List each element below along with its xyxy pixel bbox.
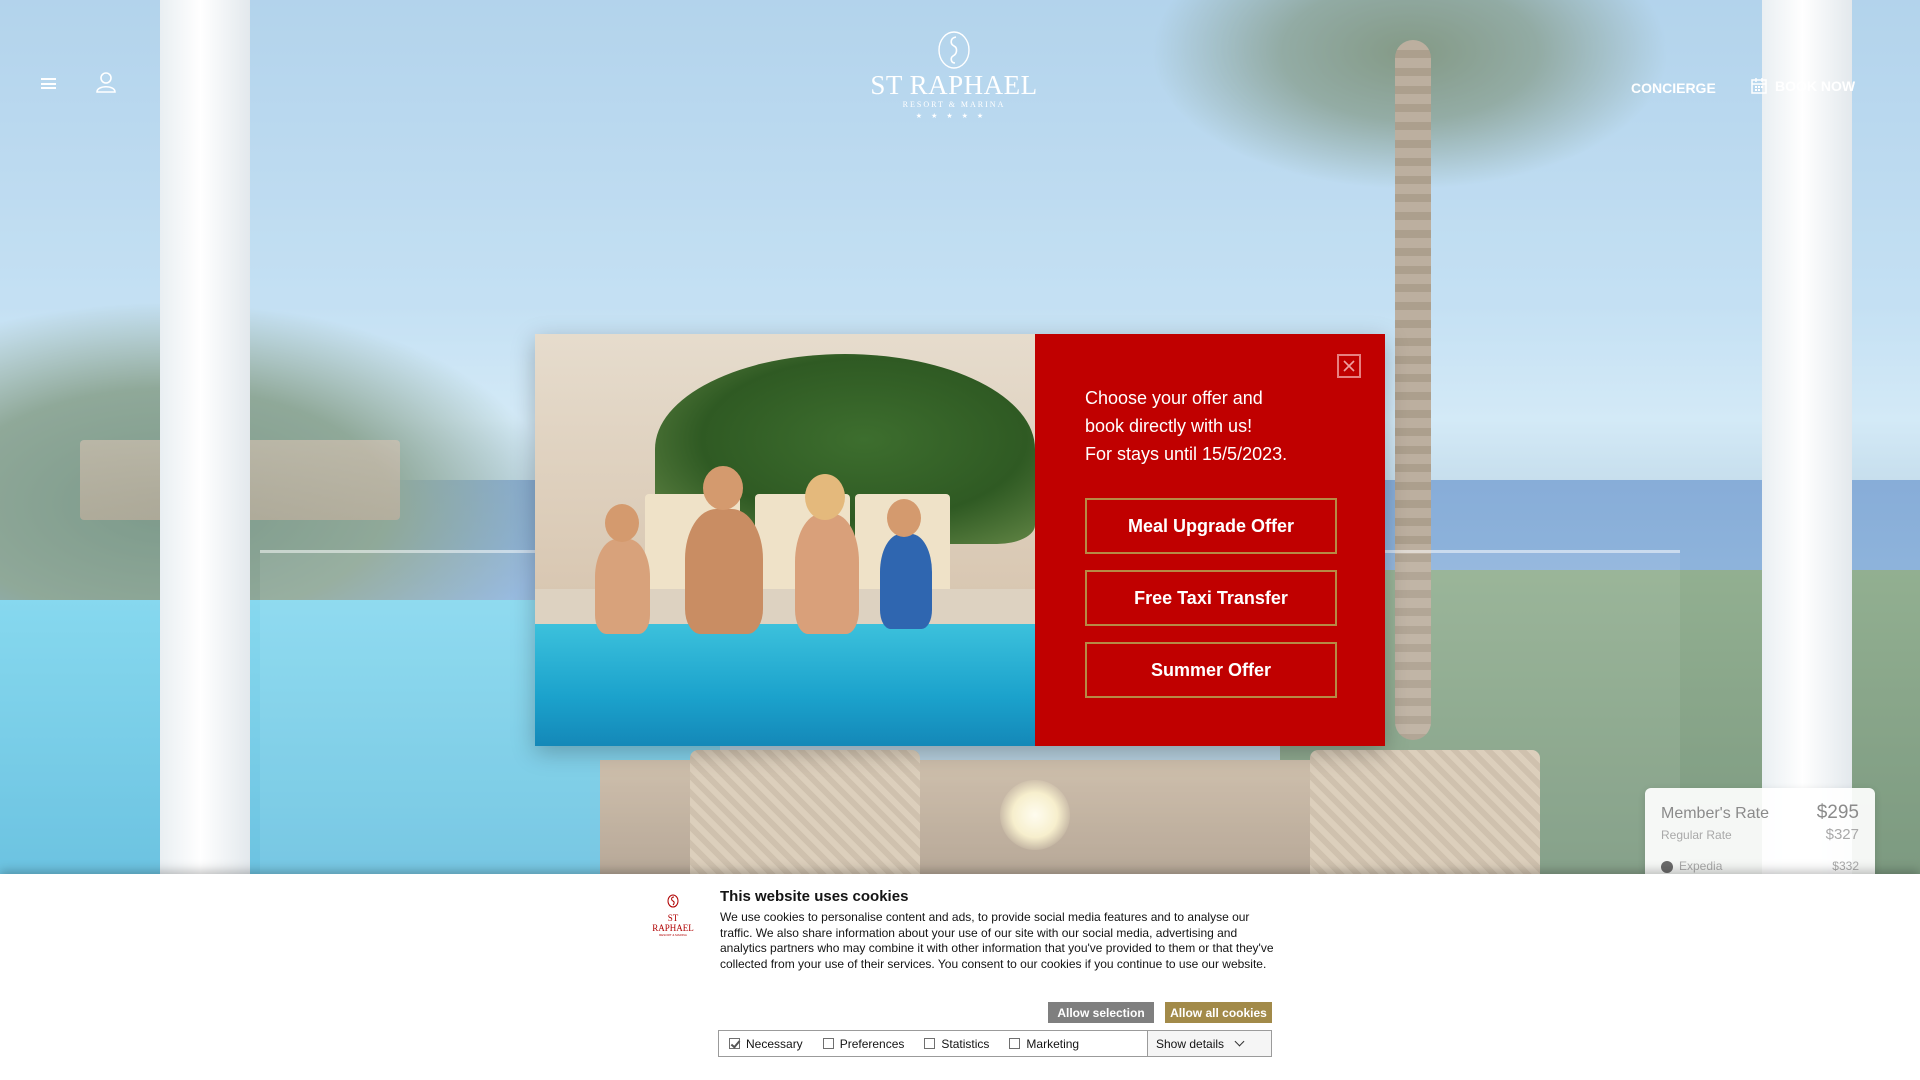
photo-person <box>880 534 932 629</box>
rate-comparison-widget[interactable]: Member's Rate $295 Regular Rate $327 Exp… <box>1645 788 1875 888</box>
allow-selection-button[interactable]: Allow selection <box>1048 1002 1154 1023</box>
cookie-logo-subtitle: RESORT & MARINA <box>659 933 687 937</box>
calendar-icon <box>1751 78 1767 94</box>
show-details-label: Show details <box>1156 1036 1225 1051</box>
book-now-label: BOOK NOW <box>1775 77 1856 94</box>
free-taxi-transfer-button[interactable]: Free Taxi Transfer <box>1085 570 1337 626</box>
user-icon[interactable] <box>96 71 116 93</box>
member-rate-price: $295 <box>1816 802 1859 823</box>
statistics-label: Statistics <box>941 1036 990 1051</box>
close-popup-button[interactable] <box>1337 354 1361 378</box>
preferences-label: Preferences <box>839 1036 905 1051</box>
logo-stars: ★★★★★ <box>915 113 993 120</box>
cookie-banner-description: We use cookies to personalise content an… <box>720 910 1274 971</box>
cookie-banner-logo: ST RAPHAEL RESORT & MARINA <box>648 894 698 937</box>
member-rate-label: Member's Rate <box>1661 805 1769 822</box>
photo-person <box>703 466 743 510</box>
expedia-icon <box>1661 860 1673 873</box>
third-party-rate-price: $332 <box>1832 859 1859 873</box>
seahorse-logo-icon <box>938 31 970 69</box>
cookie-banner: ST RAPHAEL RESORT & MARINA This website … <box>0 874 1920 1080</box>
offer-intro-line: For stays until 15/5/2023. <box>1085 444 1288 464</box>
meal-upgrade-offer-button[interactable]: Meal Upgrade Offer <box>1085 498 1337 554</box>
book-now-button[interactable]: BOOK NOW <box>1751 77 1855 94</box>
menu-icon[interactable] <box>41 78 56 89</box>
photo-person <box>805 474 845 520</box>
checkbox-icon <box>1009 1038 1021 1049</box>
close-icon <box>1343 360 1355 372</box>
seahorse-logo-icon <box>667 894 679 908</box>
preferences-checkbox[interactable]: Preferences <box>813 1036 905 1051</box>
logo-subtitle: RESORT & MARINA <box>902 100 1006 109</box>
concierge-link[interactable]: CONCIERGE <box>1631 80 1716 96</box>
photo-person <box>795 514 859 634</box>
family-pool-photo <box>535 334 1035 746</box>
third-party-rate-label: Expedia <box>1679 859 1723 873</box>
cookie-logo-name: ST RAPHAEL <box>652 913 694 933</box>
offer-popup: Choose your offer and book directly with… <box>535 334 1385 746</box>
checkbox-icon <box>924 1038 936 1049</box>
chevron-down-icon <box>1234 1036 1245 1047</box>
regular-rate-price: $327 <box>1825 826 1859 843</box>
offer-intro-line: Choose your offer and <box>1085 388 1263 408</box>
photo-person <box>605 504 639 542</box>
show-details-toggle[interactable]: Show details <box>1147 1031 1271 1056</box>
allow-all-cookies-button[interactable]: Allow all cookies <box>1165 1002 1272 1023</box>
cookie-options: Necessary Preferences Statistics Marketi… <box>718 1030 1272 1057</box>
necessary-label: Necessary <box>746 1036 803 1051</box>
regular-rate-label: Regular Rate <box>1661 828 1732 842</box>
marketing-checkbox[interactable]: Marketing <box>999 1037 1079 1051</box>
logo-name: ST RAPHAEL <box>870 70 1038 100</box>
photo-person <box>595 539 650 634</box>
summer-offer-button[interactable]: Summer Offer <box>1085 642 1337 698</box>
statistics-checkbox[interactable]: Statistics <box>914 1037 989 1051</box>
photo-pool-water <box>535 624 1035 746</box>
cookie-banner-title: This website uses cookies <box>720 888 909 905</box>
marketing-label: Marketing <box>1026 1036 1080 1051</box>
checkbox-checked-icon <box>729 1038 740 1049</box>
photo-person <box>685 509 763 634</box>
site-logo[interactable]: ST RAPHAEL RESORT & MARINA ★★★★★ <box>864 30 1044 140</box>
offer-intro-text: Choose your offer and book directly with… <box>1085 384 1337 468</box>
offer-list: Meal Upgrade Offer Free Taxi Transfer Su… <box>1085 498 1337 698</box>
necessary-checkbox[interactable]: Necessary <box>719 1037 803 1051</box>
offer-intro-line: book directly with us! <box>1085 416 1253 436</box>
photo-person <box>887 499 921 537</box>
offer-panel: Choose your offer and book directly with… <box>1035 334 1385 746</box>
checkbox-icon <box>822 1038 834 1049</box>
